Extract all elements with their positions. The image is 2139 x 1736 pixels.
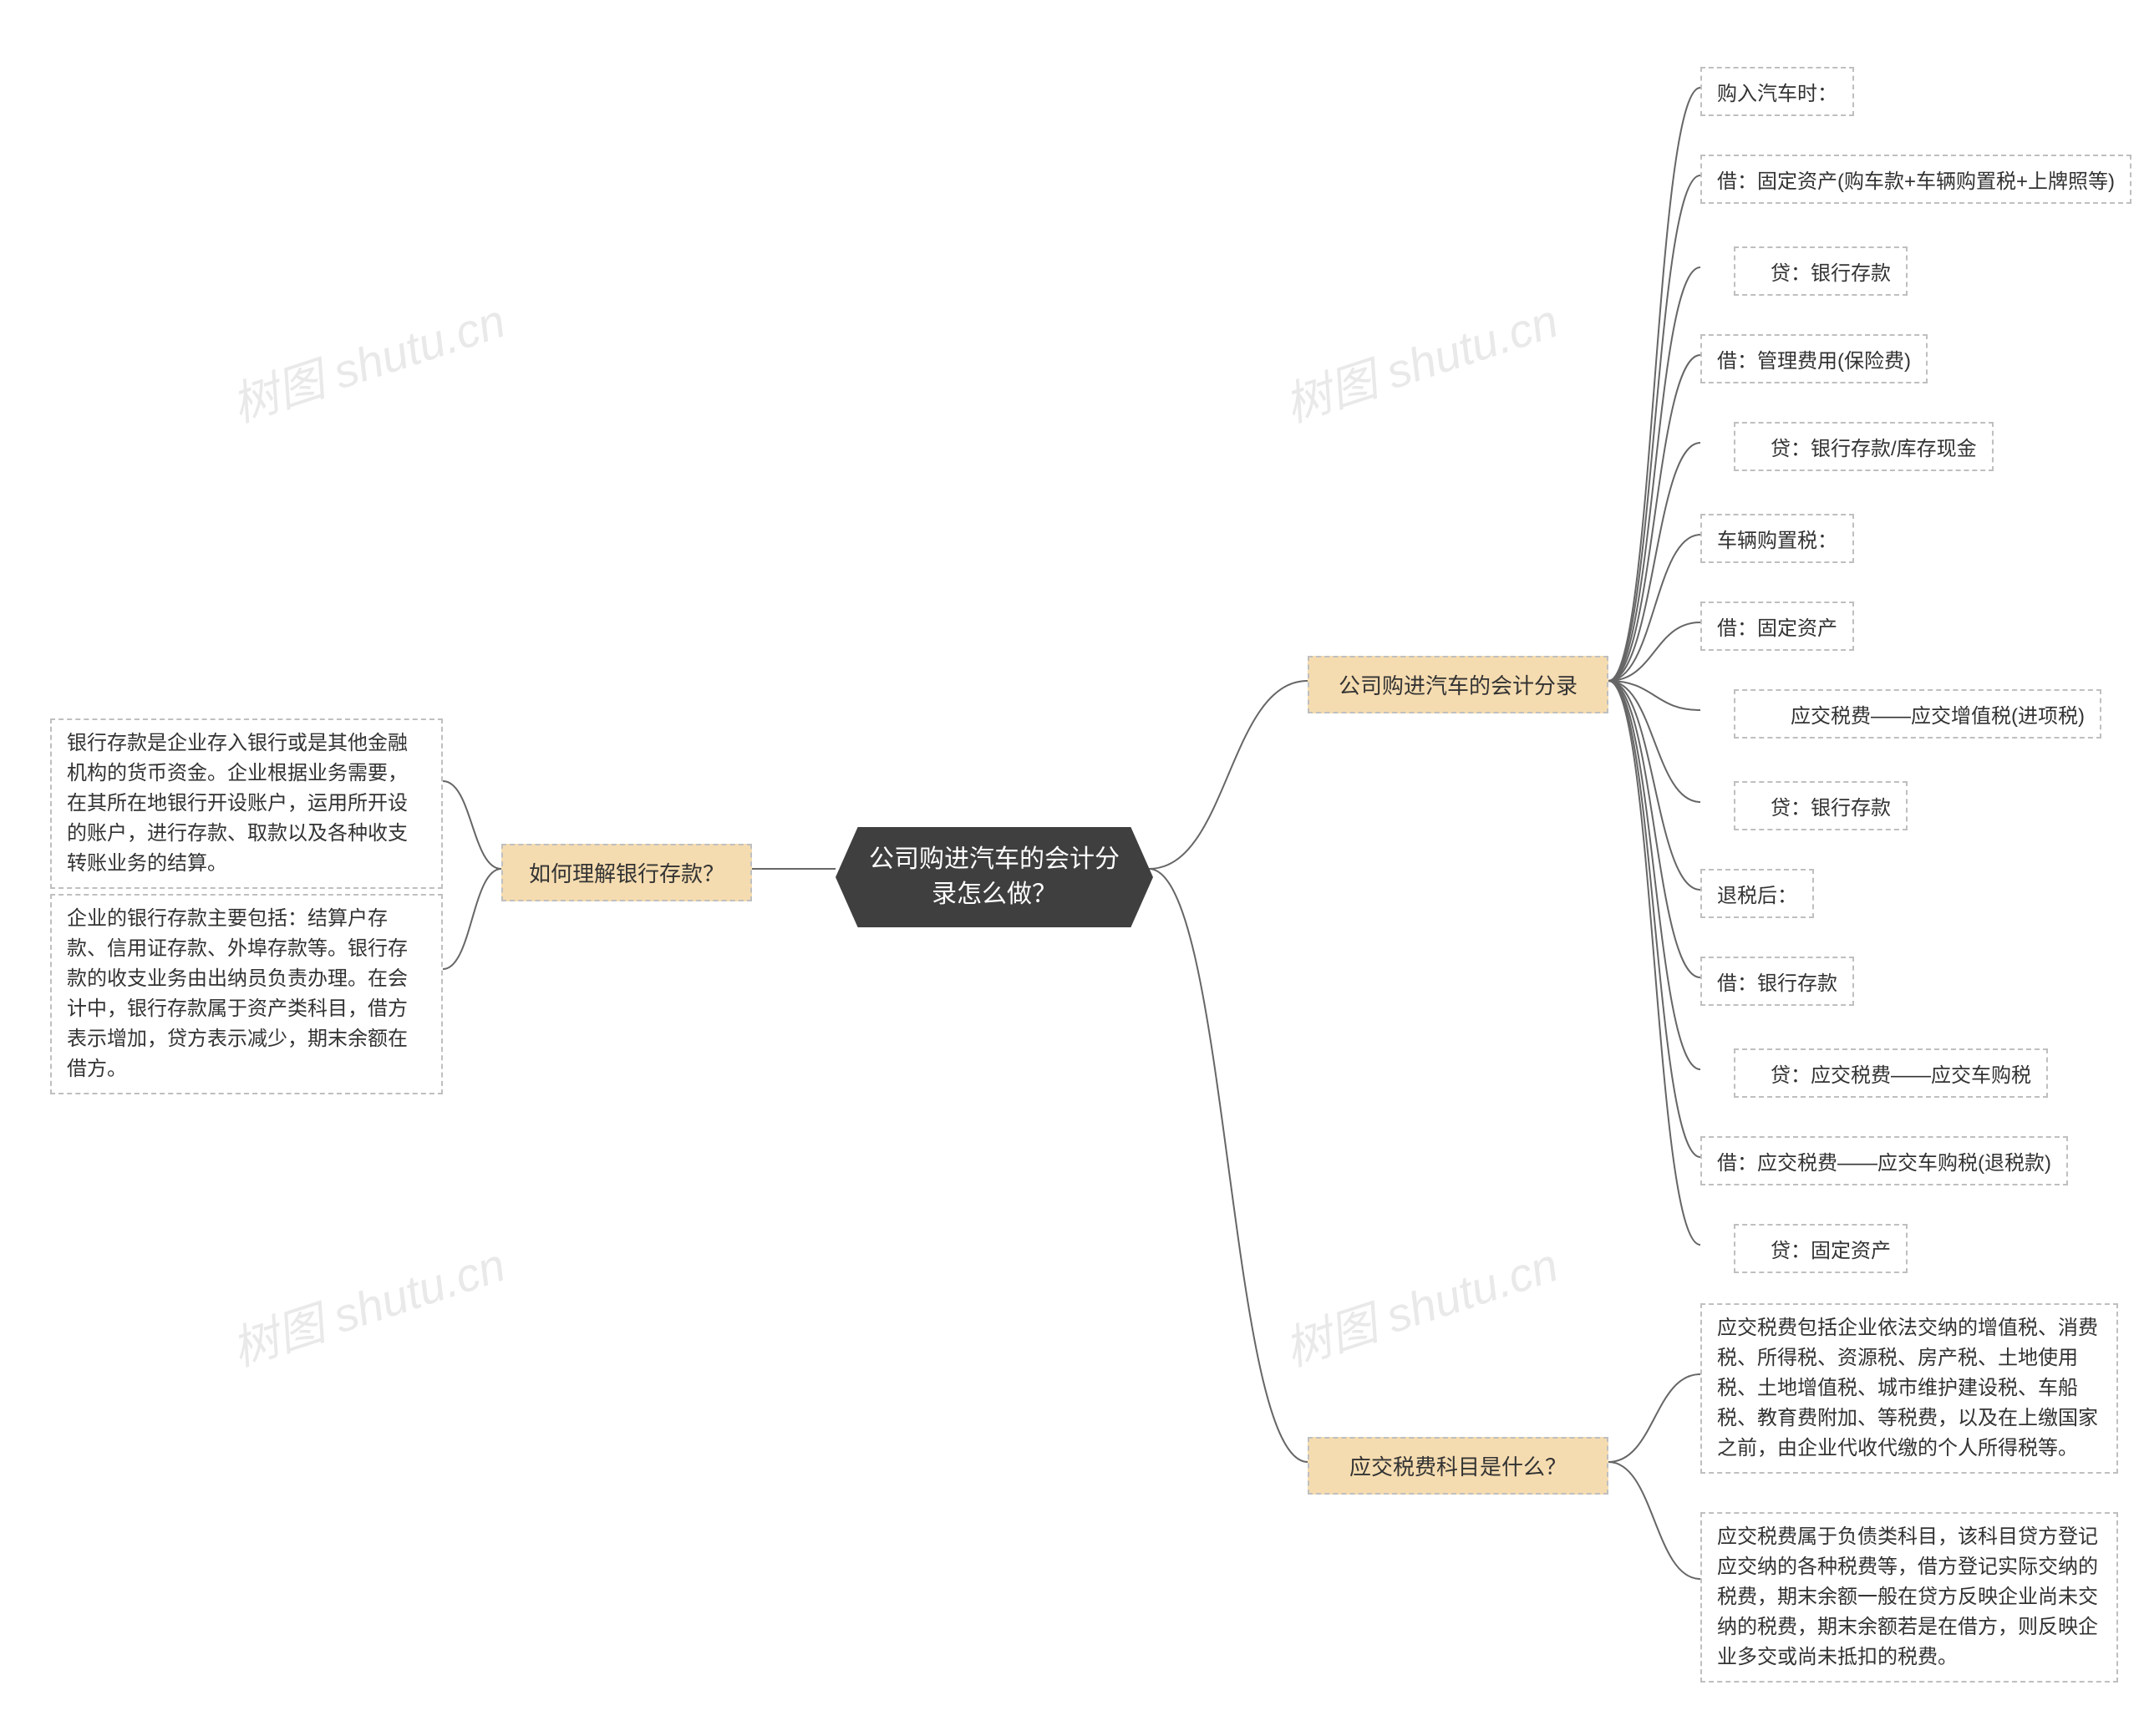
- leaf-text: 贷：银行存款/库存现金: [1750, 438, 1977, 460]
- leaf-text: 应交税费包括企业依法交纳的增值税、消费税、所得税、资源税、房产税、土地使用税、土…: [1717, 1317, 2098, 1459]
- branch-label: 如何理解银行存款？: [529, 861, 724, 886]
- leaf-text: 借：固定资产: [1717, 617, 1837, 640]
- leaf-text: 借：应交税费——应交车购税(退税款): [1717, 1152, 2051, 1175]
- leaf-text: 借：固定资产(购车款+车辆购置税+上牌照等): [1717, 170, 2115, 193]
- leaf-node: 应交税费——应交增值税(进项税): [1734, 689, 2101, 739]
- branch-label: 公司购进汽车的会计分录: [1339, 673, 1578, 698]
- leaf-node: 借：管理费用(保险费): [1700, 334, 1928, 383]
- leaf-text: 退税后：: [1717, 885, 1797, 907]
- root-label: 公司购进汽车的会计分录怎么做？: [869, 845, 1120, 908]
- leaf-node: 退税后：: [1700, 869, 1814, 918]
- leaf-node: 借：固定资产(购车款+车辆购置税+上牌照等): [1700, 155, 2131, 204]
- leaf-node: 借：银行存款: [1700, 957, 1854, 1006]
- branch-tax-payable: 应交税费科目是什么？: [1308, 1437, 1608, 1495]
- leaf-text: 应交税费属于负债类科目，该科目贷方登记应交纳的各种税费等，借方登记实际交纳的税费…: [1717, 1525, 2098, 1668]
- leaf-node: 应交税费属于负债类科目，该科目贷方登记应交纳的各种税费等，借方登记实际交纳的税费…: [1700, 1512, 2118, 1683]
- leaf-node: 借：固定资产: [1700, 602, 1854, 651]
- leaf-node: 借：应交税费——应交车购税(退税款): [1700, 1136, 2068, 1185]
- leaf-node: 贷：固定资产: [1734, 1224, 1908, 1273]
- leaf-text: 应交税费——应交增值税(进项税): [1750, 705, 2085, 728]
- leaf-text: 贷：应交税费——应交车购税: [1750, 1064, 2031, 1087]
- leaf-node: 贷：银行存款: [1734, 246, 1908, 296]
- branch-label: 应交税费科目是什么？: [1349, 1454, 1567, 1480]
- leaf-text: 贷：固定资产: [1750, 1240, 1891, 1262]
- leaf-node: 企业的银行存款主要包括：结算户存款、信用证存款、外埠存款等。银行存款的收支业务由…: [50, 894, 443, 1094]
- watermark: 树图 shutu.cn: [222, 1228, 513, 1380]
- watermark: 树图 shutu.cn: [1275, 1228, 1566, 1380]
- leaf-text: 贷：银行存款: [1750, 797, 1891, 820]
- leaf-text: 车辆购置税：: [1717, 530, 1837, 552]
- mindmap-root: 公司购进汽车的会计分录怎么做？: [836, 827, 1153, 927]
- leaf-text: 购入汽车时：: [1717, 83, 1837, 105]
- leaf-node: 应交税费包括企业依法交纳的增值税、消费税、所得税、资源税、房产税、土地使用税、土…: [1700, 1303, 2118, 1474]
- leaf-node: 贷：银行存款: [1734, 781, 1908, 830]
- leaf-node: 贷：银行存款/库存现金: [1734, 422, 1994, 471]
- leaf-text: 银行存款是企业存入银行或是其他金融机构的货币资金。企业根据业务需要，在其所在地银…: [67, 732, 408, 875]
- leaf-text: 借：银行存款: [1717, 972, 1837, 995]
- watermark: 树图 shutu.cn: [222, 284, 513, 436]
- leaf-text: 贷：银行存款: [1750, 262, 1891, 285]
- leaf-node: 银行存款是企业存入银行或是其他金融机构的货币资金。企业根据业务需要，在其所在地银…: [50, 718, 443, 889]
- branch-bank-deposit: 如何理解银行存款？: [501, 844, 752, 901]
- branch-accounting-entries: 公司购进汽车的会计分录: [1308, 656, 1608, 713]
- leaf-text: 借：管理费用(保险费): [1717, 350, 1911, 373]
- watermark: 树图 shutu.cn: [1275, 284, 1566, 436]
- leaf-node: 购入汽车时：: [1700, 67, 1854, 116]
- leaf-node: 贷：应交税费——应交车购税: [1734, 1048, 2048, 1098]
- leaf-node: 车辆购置税：: [1700, 514, 1854, 563]
- leaf-text: 企业的银行存款主要包括：结算户存款、信用证存款、外埠存款等。银行存款的收支业务由…: [67, 907, 408, 1080]
